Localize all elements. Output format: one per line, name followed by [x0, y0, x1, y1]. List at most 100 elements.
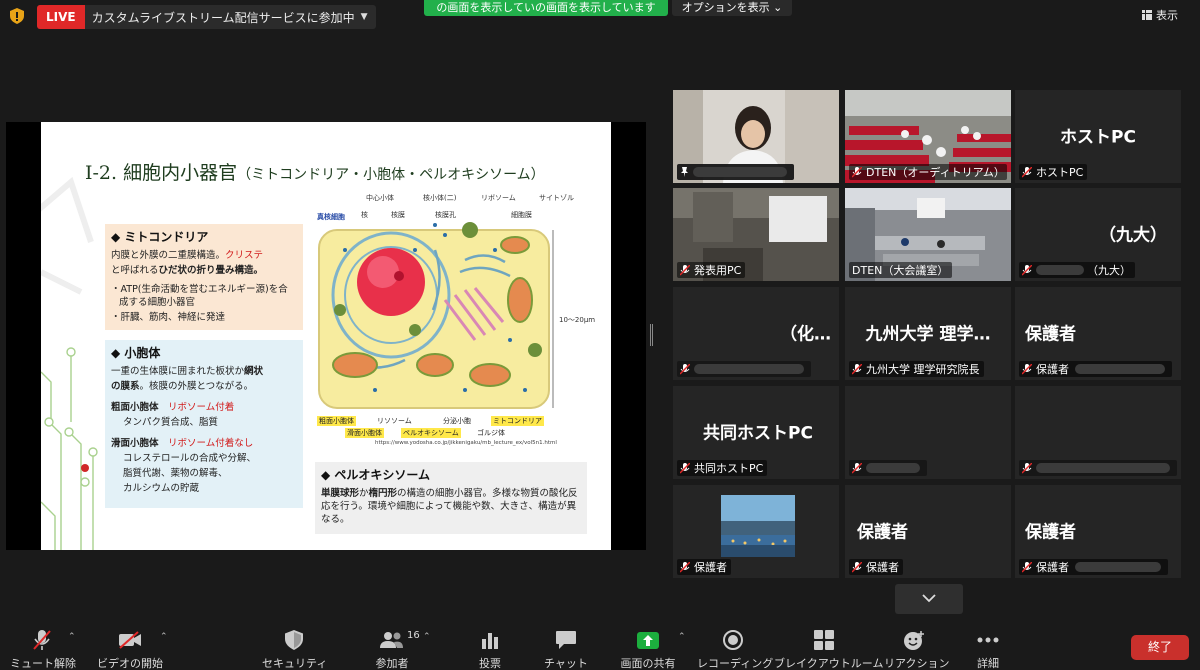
view-options-button[interactable]: オプションを表示 ⌄ [672, 0, 792, 16]
participant-nameplate: 発表用PC [677, 262, 746, 278]
cell-diagram [318, 222, 554, 409]
mito-cristae: クリステ [225, 250, 264, 261]
er-text: 。核膜の外膜とつながる。 [139, 381, 254, 392]
participant-tile[interactable]: 保護者 [673, 485, 839, 578]
participant-name: （九大） [1087, 264, 1131, 277]
participants-button[interactable]: 16 参加者 [368, 628, 420, 670]
pin-icon [681, 167, 688, 177]
diagram-label: リソソーム [375, 416, 414, 426]
er-text: 一重の生体膜に囲まれた板状か [111, 366, 245, 377]
mic-muted-icon [1022, 264, 1032, 276]
participant-name: DTEN（オーディトリアム） [866, 166, 1005, 179]
participant-tile[interactable]: 発表用PC [673, 188, 839, 281]
share-screen-label: 画面の共有 [620, 657, 676, 670]
participant-tile[interactable] [673, 90, 839, 183]
mic-muted-icon [680, 462, 690, 474]
participants-label: 参加者 [375, 657, 409, 670]
chevron-up-icon[interactable]: ⌃ [423, 632, 431, 642]
breakout-rooms-button[interactable]: ブレイクアウトルーム [774, 628, 883, 670]
end-meeting-button[interactable]: 終了 [1131, 635, 1189, 660]
diagram-label: リボソーム [481, 194, 516, 202]
diagram-source-url: https://www.yodosha.co.jp/jikkenigaku/mb… [375, 440, 557, 446]
participant-nameplate: ホストPC [1019, 164, 1088, 180]
blurred-name [1036, 463, 1170, 473]
participant-tile[interactable]: 保護者 保護者 [845, 485, 1011, 578]
view-button[interactable]: 表示 [1142, 6, 1178, 24]
participant-tile[interactable]: DTEN（オーディトリアム） [845, 90, 1011, 183]
participant-name: ホストPC [1036, 166, 1084, 179]
participant-big-name: 共同ホストPC [703, 423, 813, 443]
participant-tile[interactable]: 保護者 保護者 [1015, 287, 1181, 380]
breakout-rooms-icon [814, 630, 834, 650]
participant-big-name: 保護者 [857, 522, 908, 542]
polls-label: 投票 [479, 657, 501, 670]
participant-name: DTEN（大会議室） [852, 264, 949, 277]
diagram-label: 細胞膜 [511, 211, 532, 219]
unmute-label: ミュート解除 [10, 657, 76, 670]
unmute-button[interactable]: ミュート解除 [10, 628, 76, 670]
diagram-label: 核膜 [391, 211, 405, 219]
blurred-name [866, 463, 920, 473]
rough-er-label: 粗面小胞体 [111, 402, 159, 413]
chevron-up-icon[interactable]: ⌃ [678, 632, 686, 642]
chevron-up-icon[interactable]: ⌃ [68, 632, 76, 642]
start-video-button[interactable]: ビデオの開始 [96, 628, 164, 670]
diagram-label: 粗面小胞体 [317, 416, 356, 426]
participant-tile[interactable]: 九州大学 理学… 九州大学 理学研究院長 [845, 287, 1011, 380]
pero-bold: 楕円形 [368, 488, 398, 499]
diagram-cell-type: 真核細胞 [317, 213, 345, 221]
chat-button[interactable]: チャット [542, 628, 590, 670]
mic-muted-icon [1022, 166, 1032, 178]
smooth-er-tag: リボソーム付着なし [168, 438, 254, 449]
record-button[interactable]: レコーディング [697, 628, 774, 670]
polls-button[interactable]: 投票 [470, 628, 510, 670]
participant-nameplate: （九大） [1019, 262, 1135, 278]
participant-tile[interactable]: 共同ホストPC 共同ホストPC [673, 386, 839, 479]
rough-er-tag: リボソーム付着 [168, 402, 235, 413]
er-text-bold: の膜系 [111, 381, 140, 392]
mic-muted-icon [1022, 363, 1032, 375]
participant-tile[interactable]: DTEN（大会議室） [845, 188, 1011, 281]
diagram-label: 分泌小胞 [441, 416, 473, 426]
reactions-button[interactable]: リアクション [884, 628, 950, 670]
diagram-label: 核小体(二) [423, 194, 457, 202]
participant-nameplate: DTEN（大会議室） [849, 262, 953, 278]
chevron-up-icon[interactable]: ⌃ [160, 632, 168, 642]
participant-tile[interactable]: （化… [673, 287, 839, 380]
participant-tile[interactable] [1015, 386, 1181, 479]
blurred-name [1075, 364, 1165, 374]
mic-muted-icon [852, 166, 862, 178]
blurred-name [1036, 265, 1084, 275]
record-label: レコーディング [697, 657, 774, 670]
security-button[interactable]: セキュリティ [262, 628, 327, 670]
peroxisome-box: ◆ ペルオキシソーム 単膜球形か楕円形の構造の細胞小器官。多様な物質の酸化反応を… [315, 462, 587, 534]
participant-tile[interactable]: ホストPC ホストPC [1015, 90, 1181, 183]
smooth-er-desc: カルシウムの貯蔵 [123, 483, 200, 494]
participant-tile[interactable]: 保護者 保護者 [1015, 485, 1181, 578]
live-stream-indicator[interactable]: LIVE カスタムライブストリーム配信サービスに参加中 ▼ [37, 5, 376, 29]
participant-tile[interactable] [845, 386, 1011, 479]
view-button-label: 表示 [1156, 9, 1178, 22]
reactions-label: リアクション [884, 657, 950, 670]
more-icon [977, 637, 999, 643]
share-screen-button[interactable]: 画面の共有 [615, 628, 681, 670]
participant-nameplate: DTEN（オーディトリアム） [849, 164, 1007, 180]
record-icon [723, 630, 743, 650]
participant-tile[interactable]: （九大） （九大） [1015, 188, 1181, 281]
splitter-handle[interactable] [650, 324, 653, 346]
emoji-icon [904, 631, 924, 650]
smooth-er-desc: コレステロールの合成や分解、 [123, 453, 257, 464]
grid-icon [1142, 10, 1152, 20]
gallery-next-page-button[interactable] [895, 584, 963, 614]
mic-muted-icon [852, 561, 862, 573]
participant-name: 保護者 [694, 561, 727, 574]
participant-big-name: 保護者 [1025, 522, 1076, 542]
mic-muted-icon [680, 264, 690, 276]
mic-muted-icon [680, 561, 690, 573]
live-status-text: カスタムライブストリーム配信サービスに参加中 [91, 10, 355, 25]
slide-title: Ⅰ-2. 細胞内小器官（ミトコンドリア・小胞体・ペルオキシソーム） [85, 158, 545, 185]
blurred-name [1075, 562, 1161, 572]
more-button[interactable]: 詳細 [970, 628, 1006, 670]
poll-icon [482, 633, 498, 649]
participant-name: 九州大学 理学研究院長 [866, 363, 980, 376]
